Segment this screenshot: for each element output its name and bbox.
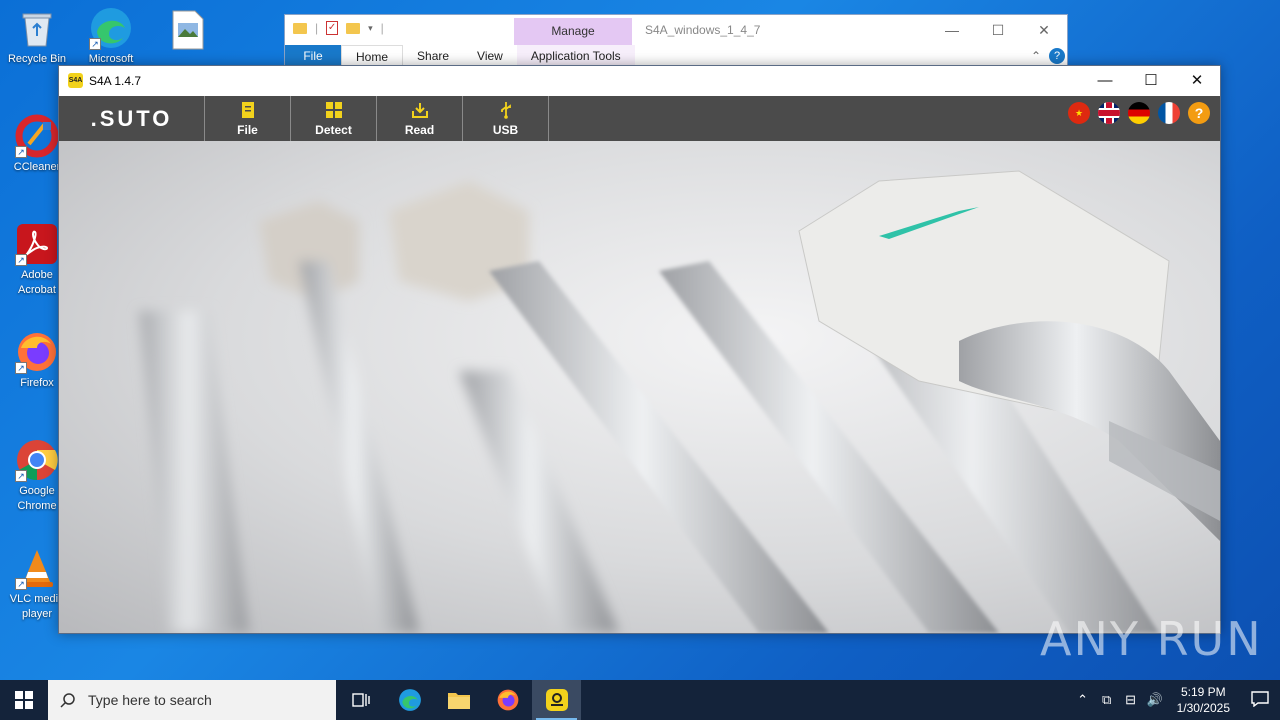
read-label: Read [404,122,435,137]
taskbar-file-explorer[interactable] [434,680,483,720]
tab-manage[interactable]: Manage [514,18,632,45]
s4a-app-icon: S4A [68,73,83,88]
edge-icon: ↗ [89,6,133,50]
window-title: S4A 1.4.7 [89,74,142,88]
sensor-probes-photo [139,170,1220,633]
ribbon-tabs: File Home Share View Application Tools ⌃… [285,45,1067,67]
chevron-up-icon[interactable]: ⌃ [1031,45,1041,67]
shortcut-arrow-icon: ↗ [89,38,101,50]
task-view-icon [351,693,370,707]
brand-text: .SUTO [90,105,173,131]
s4a-app-icon [545,689,568,711]
desktop-icon-label: Microsoft [88,53,134,65]
tab-file[interactable]: File [285,45,341,67]
acrobat-icon: ↗ [15,222,59,266]
detect-label: Detect [315,122,352,137]
tab-view[interactable]: View [463,45,517,67]
fr-flag-icon[interactable] [1158,102,1180,124]
taskbar-s4a[interactable] [532,680,581,720]
file-explorer-window[interactable]: | ✓ ▾ | Manage S4A_windows_1_4_7 — ☐ ✕ F… [284,14,1068,67]
detect-button[interactable]: Detect [291,96,377,141]
explorer-titlebar: | ✓ ▾ | Manage S4A_windows_1_4_7 — ☐ ✕ [285,15,1067,45]
firefox-icon: ↗ [15,330,59,374]
suto-logo: .SUTO [59,96,205,141]
maximize-button[interactable]: ☐ [1128,66,1174,96]
file-label: File [237,122,258,137]
properties-icon[interactable]: ✓ [326,21,339,35]
file-icon [241,101,254,118]
minimize-button[interactable]: — [1082,66,1128,96]
folder-icon[interactable] [293,22,307,34]
taskbar-firefox[interactable] [483,680,532,720]
anyrun-watermark: ANY RUN [1040,612,1263,666]
chevron-down-icon[interactable]: ▾ [368,23,373,34]
desktop-icon-image-file[interactable] [160,8,216,54]
clock-date: 1/30/2025 [1176,701,1230,715]
recycle-bin-icon [15,6,59,50]
usb-icon [500,101,511,119]
shortcut-arrow-icon: ↗ [15,254,27,266]
vlc-icon: ↗ [15,546,59,590]
zh-flag-icon[interactable]: ★ [1068,102,1090,124]
gb-flag-icon[interactable] [1098,102,1120,124]
desktop-icon-microsoft-edge[interactable]: ↗ Microsoft [80,6,142,66]
clock[interactable]: 5:19 PM 1/30/2025 [1167,684,1240,716]
usb-label: USB [492,122,519,137]
image-file-icon [166,8,210,52]
shortcut-arrow-icon: ↗ [15,470,27,482]
system-tray: ⌃ ⧉ ⊟ 🔊 5:19 PM 1/30/2025 [1071,680,1280,720]
taskbar-search[interactable]: Type here to search [48,680,336,720]
new-folder-icon[interactable] [346,22,361,34]
tab-home[interactable]: Home [341,45,404,67]
shortcut-arrow-icon: ↗ [15,578,27,590]
usb-button[interactable]: USB [463,96,549,141]
taskbar-edge[interactable] [385,680,434,720]
search-icon [60,693,75,708]
clock-time: 5:19 PM [1180,685,1226,699]
detect-icon [325,101,342,118]
desktop-icon-recycle-bin[interactable]: Recycle Bin [6,6,68,67]
volume-icon[interactable]: 🔊 [1143,692,1167,708]
search-placeholder: Type here to search [88,692,212,708]
ccleaner-icon: ↗ [15,114,59,158]
task-view-button[interactable] [336,680,385,720]
download-icon [411,102,428,118]
chevron-up-icon[interactable]: ⌃ [1071,692,1095,708]
de-flag-icon[interactable] [1128,102,1150,124]
minimize-button[interactable]: — [929,15,975,45]
main-toolbar: .SUTO File Detect Read USB ★ ? [59,96,1220,141]
close-button[interactable]: ✕ [1174,66,1220,96]
tab-share[interactable]: Share [403,45,463,67]
chrome-icon: ↗ [15,438,59,482]
notifications-icon[interactable] [1240,690,1280,710]
shortcut-arrow-icon: ↗ [15,362,27,374]
firefox-icon [497,689,518,711]
quick-access-toolbar: | ✓ ▾ | [293,21,384,35]
file-button[interactable]: File [205,96,291,141]
s4a-titlebar: S4A S4A 1.4.7 — ☐ ✕ [59,66,1220,96]
window-title: S4A_windows_1_4_7 [645,23,761,37]
start-button[interactable] [0,680,48,720]
s4a-window[interactable]: S4A S4A 1.4.7 — ☐ ✕ .SUTO File Detect Re… [58,65,1221,634]
network-device-icon[interactable]: ⧉ [1095,692,1119,708]
hero-image [59,141,1220,633]
read-button[interactable]: Read [377,96,463,141]
tab-application-tools[interactable]: Application Tools [516,45,635,67]
taskbar: Type here to search ⌃ ⧉ ⊟ 🔊 5:19 PM 1/30… [0,680,1280,720]
windows-icon [15,691,33,709]
folder-icon [447,693,470,709]
help-icon[interactable]: ? [1188,102,1210,124]
close-button[interactable]: ✕ [1021,15,1067,45]
shortcut-arrow-icon: ↗ [15,146,27,158]
help-icon[interactable]: ? [1049,48,1065,64]
maximize-button[interactable]: ☐ [975,15,1021,45]
language-selector: ★ ? [1068,102,1210,124]
edge-icon [398,689,421,711]
network-icon[interactable]: ⊟ [1119,692,1143,708]
